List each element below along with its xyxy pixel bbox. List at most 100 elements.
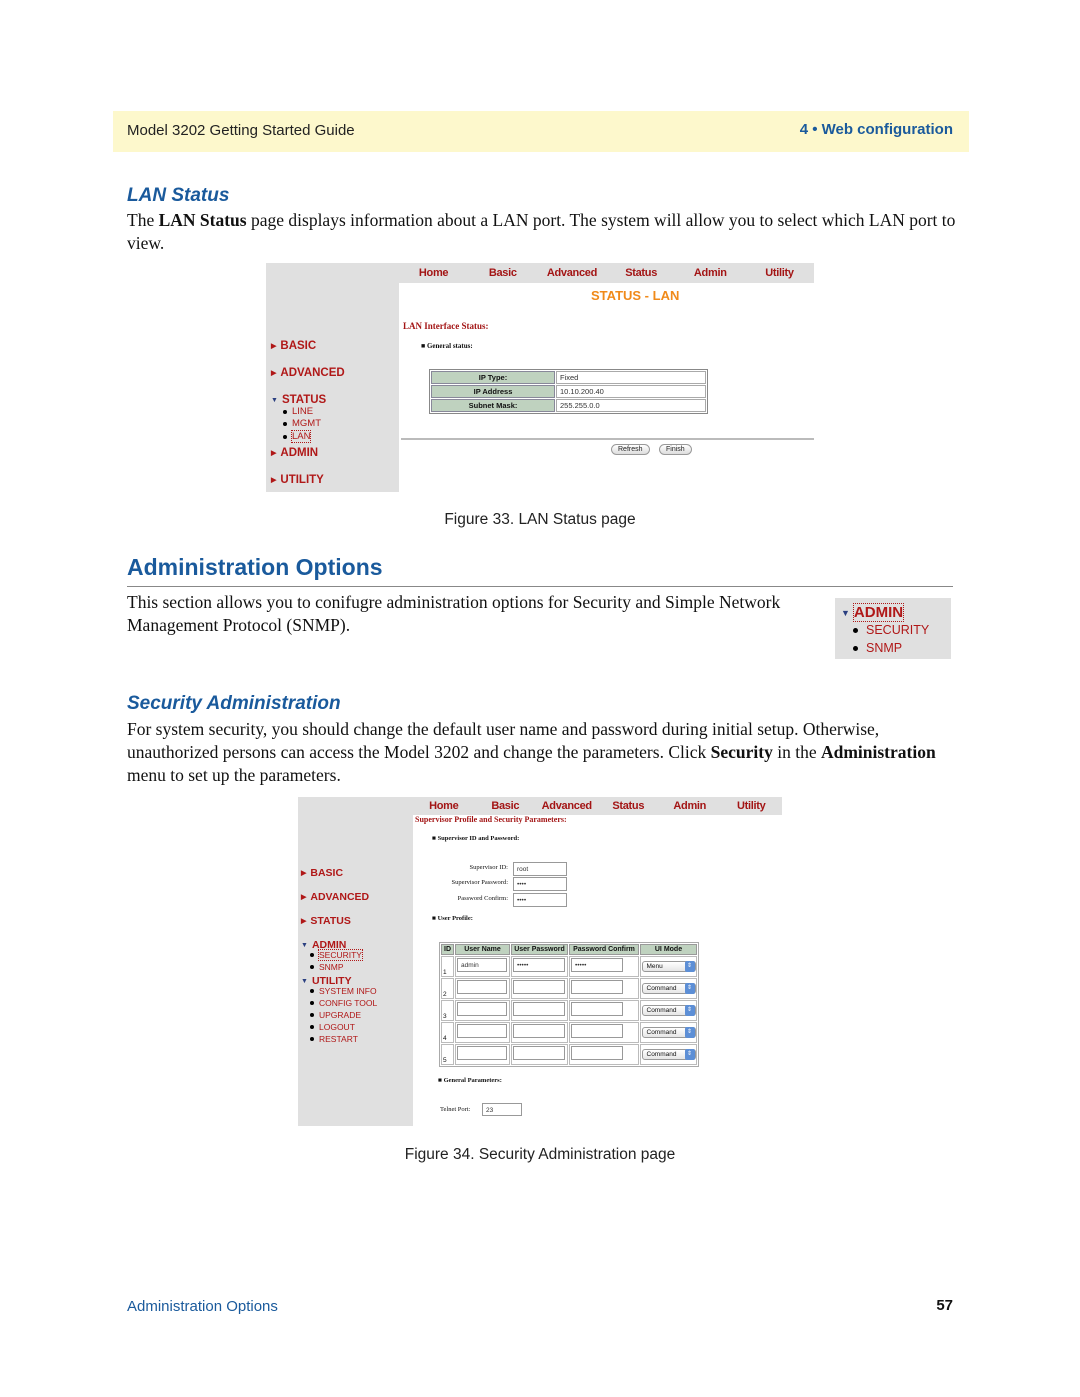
table-row: IP Type: Fixed xyxy=(431,371,706,384)
nav-advanced[interactable]: Advanced xyxy=(537,267,606,279)
menu-admin[interactable]: ▼ ADMIN xyxy=(841,603,905,622)
security-admin-heading: Security Administration xyxy=(127,693,341,714)
lan-status-screenshot: Home Basic Advanced Status Admin Utility… xyxy=(266,263,814,493)
bullet-icon xyxy=(310,1025,314,1029)
page-number: 57 xyxy=(936,1297,953,1314)
ui-mode-select[interactable]: Menu ⇕ xyxy=(641,961,696,972)
ui-mode-select[interactable]: Command ⇕ xyxy=(641,1005,696,1016)
table-row: 2 Command ⇕ xyxy=(441,978,697,999)
menu-admin[interactable]: ▶ ADMIN xyxy=(271,447,318,459)
user-password-input[interactable] xyxy=(513,1046,565,1060)
menu-status[interactable]: ▼ STATUS xyxy=(271,394,326,406)
table-row: Subnet Mask: 255.255.0.0 xyxy=(431,399,706,412)
menu-status-line[interactable]: LINE xyxy=(271,406,313,417)
menu-status-lan[interactable]: LAN xyxy=(271,430,312,443)
table-header-row: ID User Name User Password Password Conf… xyxy=(441,944,697,955)
bullet-icon xyxy=(283,421,287,426)
user-id: 4 xyxy=(441,1022,454,1043)
triangle-right-icon: ▶ xyxy=(301,870,307,877)
select-arrows-icon: ⇕ xyxy=(684,961,695,972)
figure-33-caption: Figure 33. LAN Status page xyxy=(444,511,636,528)
ui-mode-select[interactable]: Command ⇕ xyxy=(641,983,696,994)
menu-advanced[interactable]: ▶ ADVANCED xyxy=(301,891,369,903)
menu-utility[interactable]: ▶ UTILITY xyxy=(271,474,324,486)
supervisor-password-label: Supervisor Password: xyxy=(451,879,508,886)
menu-utility-restart[interactable]: RESTART xyxy=(301,1034,358,1044)
user-name-input[interactable]: admin xyxy=(457,958,507,972)
menu-basic[interactable]: ▶ BASIC xyxy=(301,867,343,879)
user-name-input[interactable] xyxy=(457,1024,507,1038)
menu-admin-snmp[interactable]: SNMP xyxy=(853,641,902,655)
security-admin-paragraph: For system security, you should change t… xyxy=(127,719,936,785)
triangle-right-icon: ▶ xyxy=(271,450,277,457)
nav-utility[interactable]: Utility xyxy=(721,800,783,812)
ui-mode-select[interactable]: Command ⇕ xyxy=(641,1027,696,1038)
ui-mode-select[interactable]: Command ⇕ xyxy=(641,1049,696,1060)
section-title: LAN Interface Status: xyxy=(403,321,489,331)
column-header: User Password xyxy=(511,944,568,955)
user-password-confirm-input[interactable] xyxy=(571,1002,623,1016)
user-password-confirm-input[interactable] xyxy=(571,980,623,994)
admin-options-heading: Administration Options xyxy=(127,554,383,580)
user-profile-bullet: ■ User Profile: xyxy=(432,915,473,922)
nav-home[interactable]: Home xyxy=(413,800,475,812)
bullet-icon xyxy=(853,645,858,651)
menu-advanced[interactable]: ▶ ADVANCED xyxy=(271,367,345,379)
table-row: 4 Command ⇕ xyxy=(441,1022,697,1043)
nav-status[interactable]: Status xyxy=(598,800,660,812)
supervisor-id-label: Supervisor ID: xyxy=(469,864,508,871)
user-password-input[interactable]: ••••• xyxy=(513,958,565,972)
status-table: IP Type: Fixed IP Address 10.10.200.40 Sub… xyxy=(429,369,708,414)
select-arrows-icon: ⇕ xyxy=(684,1027,695,1038)
user-id: 5 xyxy=(441,1044,454,1065)
bullet-icon xyxy=(283,434,287,439)
nav-admin[interactable]: Admin xyxy=(676,267,745,279)
nav-status[interactable]: Status xyxy=(607,267,676,279)
bullet-icon xyxy=(310,965,314,969)
triangle-down-icon: ▼ xyxy=(271,396,278,404)
user-password-input[interactable] xyxy=(513,1024,565,1038)
user-name-input[interactable] xyxy=(457,1046,507,1060)
nav-home[interactable]: Home xyxy=(399,267,468,279)
menu-basic[interactable]: ▶ BASIC xyxy=(271,340,316,352)
menu-status-mgmt[interactable]: MGMT xyxy=(271,418,321,429)
lan-status-paragraph: The LAN Status page displays information… xyxy=(127,210,956,253)
user-password-confirm-input[interactable] xyxy=(571,1046,623,1060)
menu-admin-security[interactable]: SECURITY xyxy=(301,949,363,961)
table-row: IP Address 10.10.200.40 xyxy=(431,385,706,398)
user-profile-table: ID User Name User Password Password Conf… xyxy=(439,942,699,1067)
menu-admin-snmp[interactable]: SNMP xyxy=(301,962,344,972)
user-password-input[interactable] xyxy=(513,1002,565,1016)
bullet-icon xyxy=(310,1013,314,1017)
refresh-button[interactable]: Refresh xyxy=(611,444,650,455)
user-id: 2 xyxy=(441,978,454,999)
user-password-input[interactable] xyxy=(513,980,565,994)
column-header: UI Mode xyxy=(640,944,697,955)
supervisor-id-input[interactable]: root xyxy=(513,862,567,876)
menu-utility-system-info[interactable]: SYSTEM INFO xyxy=(301,986,377,996)
triangle-right-icon: ▶ xyxy=(301,918,307,925)
telnet-port-input[interactable]: 23 xyxy=(482,1103,522,1116)
bullet-icon xyxy=(310,953,314,957)
supervisor-password-input[interactable]: •••• xyxy=(513,877,567,891)
nav-basic[interactable]: Basic xyxy=(475,800,537,812)
finish-button[interactable]: Finish xyxy=(659,444,692,455)
bullet-icon xyxy=(310,1001,314,1005)
nav-utility[interactable]: Utility xyxy=(745,267,814,279)
nav-admin[interactable]: Admin xyxy=(659,800,721,812)
menu-status[interactable]: ▶ STATUS xyxy=(301,915,351,927)
select-arrows-icon: ⇕ xyxy=(684,1005,695,1016)
user-password-confirm-input[interactable] xyxy=(571,1024,623,1038)
bullet-icon xyxy=(310,989,314,993)
menu-admin-security[interactable]: SECURITY xyxy=(853,623,929,637)
menu-utility-config-tool[interactable]: CONFIG TOOL xyxy=(301,998,377,1008)
menu-utility-logout[interactable]: LOGOUT xyxy=(301,1022,355,1032)
general-params-bullet: ■ General Parameters: xyxy=(438,1077,502,1084)
nav-basic[interactable]: Basic xyxy=(468,267,537,279)
user-name-input[interactable] xyxy=(457,980,507,994)
password-confirm-input[interactable]: •••• xyxy=(513,893,567,907)
user-name-input[interactable] xyxy=(457,1002,507,1016)
nav-advanced[interactable]: Advanced xyxy=(536,800,598,812)
user-password-confirm-input[interactable]: ••••• xyxy=(571,958,623,972)
menu-utility-upgrade[interactable]: UPGRADE xyxy=(301,1010,361,1020)
